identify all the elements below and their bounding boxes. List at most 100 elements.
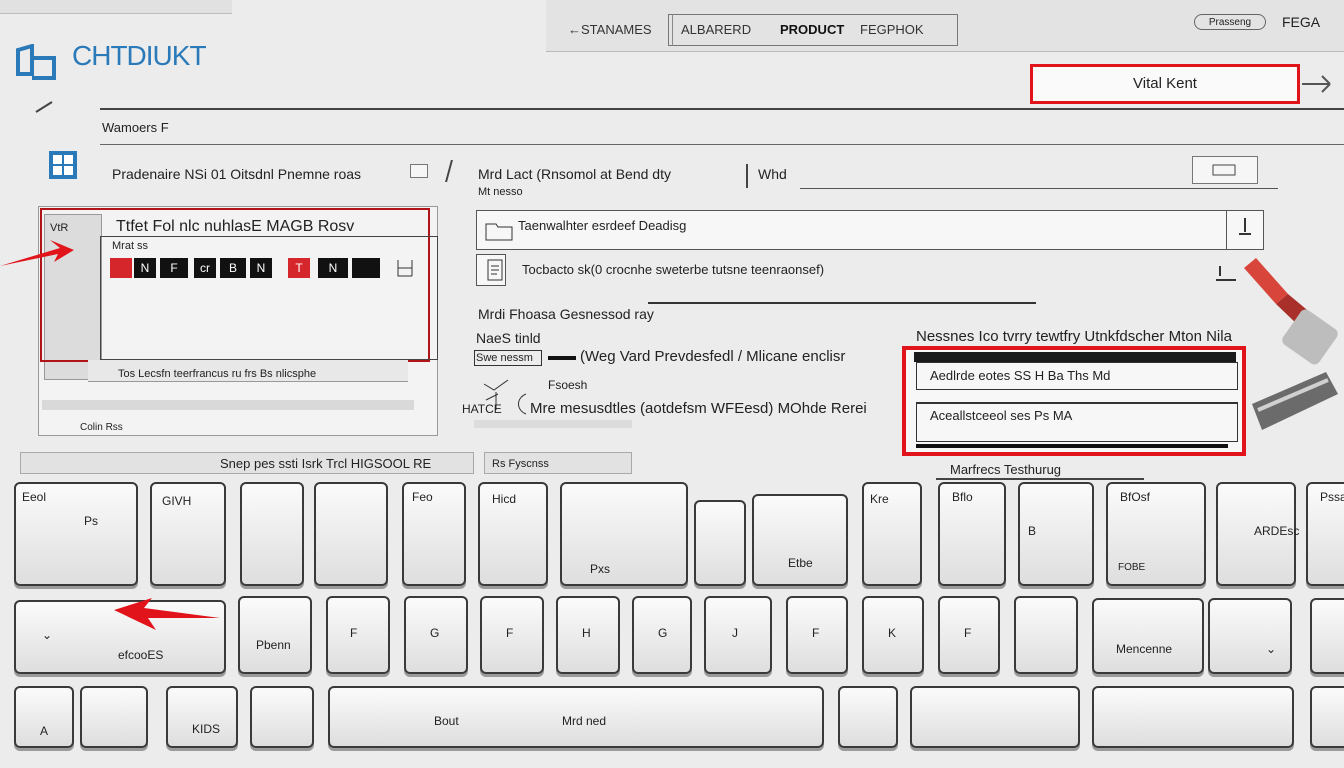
- separator: [746, 164, 748, 188]
- key-label: K: [888, 626, 897, 640]
- stack-icon[interactable]: [396, 258, 414, 278]
- brand-logo-icon: [16, 44, 56, 80]
- dash-marker: [548, 356, 576, 360]
- key[interactable]: [1310, 598, 1344, 674]
- key-label: Eeol: [22, 490, 47, 504]
- title-bar-strip: [0, 0, 232, 14]
- chip[interactable]: N: [318, 258, 348, 278]
- pin-icon[interactable]: [1236, 216, 1254, 238]
- key-label: G: [430, 626, 440, 640]
- restore-icon: [1212, 164, 1236, 176]
- left-panel-bottom: Colin Rss: [80, 422, 123, 433]
- key[interactable]: [1014, 596, 1078, 674]
- key-label: Mencenne: [1116, 642, 1173, 656]
- key[interactable]: [250, 686, 314, 748]
- edit-icon[interactable]: [1212, 262, 1238, 284]
- right-panel-header: Nessnes Ico tvrry tewtfry Utnkfdscher Mt…: [916, 328, 1232, 345]
- screwdriver-tool-icon: [1244, 258, 1338, 430]
- right-row2-label: Aceallstceeol ses Ps MA: [930, 408, 1073, 423]
- key[interactable]: F: [326, 596, 390, 674]
- chip[interactable]: [352, 258, 380, 278]
- key-wide[interactable]: [1092, 686, 1294, 748]
- key[interactable]: KIDS: [166, 686, 238, 748]
- mid-line4: (Weg Vard Prevdesfedl / Mlicane enclisr: [580, 348, 846, 365]
- key[interactable]: [314, 482, 388, 586]
- key[interactable]: ⌄: [1208, 598, 1292, 674]
- toolbar-toggle-button[interactable]: [410, 164, 428, 178]
- key[interactable]: G: [404, 596, 468, 674]
- key[interactable]: F: [786, 596, 848, 674]
- key-label: Pxs: [590, 562, 611, 576]
- chip-red[interactable]: [110, 258, 132, 278]
- chevron-down-icon: ⌄: [42, 628, 53, 642]
- separator: [445, 160, 453, 182]
- key[interactable]: GIVH: [150, 482, 226, 586]
- folder-icon: [485, 223, 513, 241]
- mid-line5: Fsoesh: [548, 378, 588, 392]
- key-label: J: [732, 626, 738, 640]
- key[interactable]: G: [632, 596, 692, 674]
- key-label: Bflo: [952, 490, 973, 504]
- key-wide[interactable]: Pxs: [560, 482, 688, 586]
- chip[interactable]: N: [250, 258, 272, 278]
- key-label: Pbenn: [256, 638, 291, 652]
- key[interactable]: A: [14, 686, 74, 748]
- toolbar-right-label: Whd: [758, 166, 787, 182]
- key[interactable]: K: [862, 596, 924, 674]
- key[interactable]: Hicd: [478, 482, 548, 586]
- spacebar-key[interactable]: Bout Mrd ned: [328, 686, 824, 748]
- mid-line1: Mrdi Fhoasa Gesnessod ray: [478, 306, 654, 322]
- key-wide[interactable]: BfOsf FOBE: [1106, 482, 1206, 586]
- chevron-down-icon: ⌄: [1266, 642, 1277, 656]
- key[interactable]: Feo: [402, 482, 466, 586]
- underline: [800, 188, 1278, 189]
- chip[interactable]: B: [220, 258, 246, 278]
- windows-icon[interactable]: [48, 150, 78, 180]
- toolbar-middle-label: Mrd Lact (Rnsomol at Bend dty: [478, 166, 671, 182]
- window-restore-button[interactable]: [1192, 156, 1258, 184]
- key[interactable]: F: [480, 596, 544, 674]
- key-label: H: [582, 626, 591, 640]
- view-key-button[interactable]: Vital Kent: [1030, 64, 1300, 104]
- key[interactable]: [1310, 686, 1344, 748]
- key[interactable]: Pbenn: [238, 596, 312, 674]
- key-label: KIDS: [192, 722, 221, 736]
- prasseng-badge[interactable]: Prasseng: [1194, 14, 1266, 30]
- key-label: B: [1028, 524, 1037, 538]
- key[interactable]: Pssa: [1306, 482, 1344, 586]
- key[interactable]: Etbe: [752, 494, 848, 586]
- chip[interactable]: F: [160, 258, 188, 278]
- divider: [936, 478, 1144, 480]
- chip[interactable]: N: [134, 258, 156, 278]
- left-panel-scrollbar[interactable]: [42, 400, 414, 410]
- tab-albarerd[interactable]: ALBARERD: [672, 14, 759, 46]
- key[interactable]: F: [938, 596, 1000, 674]
- key[interactable]: B: [1018, 482, 1094, 586]
- tab-stanames[interactable]: ←STANAMES: [560, 14, 660, 46]
- key[interactable]: [838, 686, 898, 748]
- key-label: Etbe: [788, 556, 813, 570]
- key-label: A: [40, 724, 49, 738]
- key[interactable]: [694, 500, 746, 586]
- key[interactable]: ARDEsc: [1216, 482, 1299, 586]
- key[interactable]: [80, 686, 148, 748]
- key-label: F: [350, 626, 358, 640]
- key-wide[interactable]: Mencenne: [1092, 598, 1204, 674]
- key[interactable]: H: [556, 596, 620, 674]
- left-panel-footer: Tos Lecsfn teerfrancus ru frs Bs nlicsph…: [118, 368, 317, 380]
- mid-scrollbar[interactable]: [474, 420, 632, 428]
- right-row2-underline: [916, 444, 1228, 448]
- key[interactable]: Bflo: [938, 482, 1006, 586]
- tab-fegphok[interactable]: FEGPHOK: [852, 14, 932, 46]
- chip[interactable]: cr: [194, 258, 216, 278]
- back-arrow-icon[interactable]: [34, 100, 54, 114]
- chip-red[interactable]: T: [288, 258, 310, 278]
- key[interactable]: [240, 482, 304, 586]
- key-large-left[interactable]: Eeol Ps: [14, 482, 138, 586]
- row2-label: Tocbacto sk(0 crocnhe sweterbe tutsne te…: [522, 262, 825, 277]
- key[interactable]: J: [704, 596, 772, 674]
- key[interactable]: Kre: [862, 482, 922, 586]
- key-wide[interactable]: [910, 686, 1080, 748]
- tab-product[interactable]: PRODUCT: [772, 14, 852, 46]
- pointer-arrow-icon: [1302, 75, 1331, 93]
